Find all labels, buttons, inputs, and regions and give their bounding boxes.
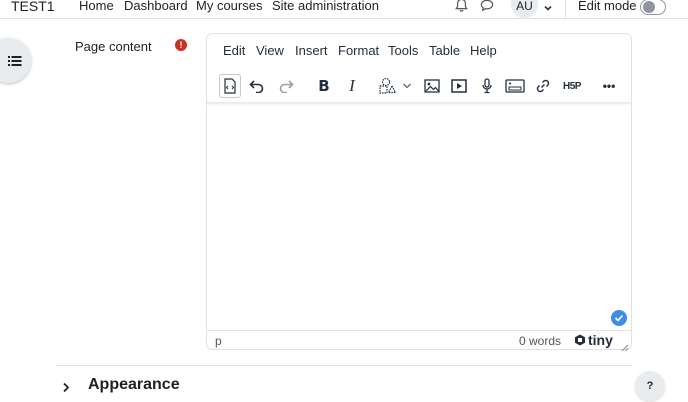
user-initials: AU <box>516 0 533 13</box>
edit-mode-label: Edit mode <box>578 0 637 13</box>
menu-table[interactable]: Table <box>429 43 460 58</box>
menu-tools[interactable]: Tools <box>388 43 418 58</box>
site-name[interactable]: TEST1 <box>11 0 55 14</box>
editor-statusbar: p 0 words tiny <box>207 330 631 352</box>
bold-button[interactable]: B <box>310 72 338 100</box>
more-options-button[interactable]: ••• <box>595 72 623 100</box>
edit-mode-toggle[interactable] <box>640 0 666 15</box>
link-icon[interactable] <box>529 72 557 100</box>
editor-toolbar: B I H5P ••• <box>207 70 631 102</box>
required-icon: ! <box>175 39 187 51</box>
tiny-logo-icon <box>575 334 585 346</box>
section-title-appearance[interactable]: Appearance <box>88 376 180 394</box>
image-icon[interactable] <box>418 72 446 100</box>
undo-icon[interactable] <box>243 72 271 100</box>
media-icon[interactable] <box>445 72 473 100</box>
editor-menubar: Edit View Insert Format Tools Table Help <box>207 43 631 63</box>
element-path[interactable]: p <box>215 334 222 348</box>
menu-insert[interactable]: Insert <box>295 43 328 58</box>
top-navbar: TEST1 Home Dashboard My courses Site adm… <box>0 0 688 19</box>
user-avatar[interactable]: AU <box>511 0 538 18</box>
menu-format[interactable]: Format <box>338 43 379 58</box>
checkmark-icon[interactable] <box>611 310 627 326</box>
rich-text-editor: Edit View Insert Format Tools Table Help… <box>206 33 632 352</box>
chevron-right-icon[interactable] <box>62 380 70 398</box>
editor-content-area[interactable] <box>207 106 631 330</box>
section-divider <box>56 365 632 366</box>
code-file-icon[interactable] <box>219 74 241 98</box>
microphone-icon[interactable] <box>473 72 501 100</box>
nav-link-site-administration[interactable]: Site administration <box>272 0 379 13</box>
nav-link-home[interactable]: Home <box>79 0 114 13</box>
italic-button[interactable]: I <box>338 72 366 100</box>
bell-icon[interactable] <box>454 0 470 14</box>
menu-view[interactable]: View <box>256 43 284 58</box>
tiny-logo[interactable]: tiny <box>574 332 613 348</box>
resize-handle-icon[interactable] <box>621 339 629 357</box>
menu-edit[interactable]: Edit <box>223 43 245 58</box>
word-count[interactable]: 0 words <box>519 334 561 348</box>
nav-link-dashboard[interactable]: Dashboard <box>124 0 188 13</box>
menu-help[interactable]: Help <box>470 43 497 58</box>
page-content-label: Page content <box>75 39 152 54</box>
tiny-brand-text: tiny <box>588 332 613 348</box>
content-blocks-icon[interactable] <box>375 72 403 100</box>
redo-icon[interactable] <box>272 72 300 100</box>
h5p-button[interactable]: H5P <box>557 72 587 100</box>
chat-bubble-icon[interactable] <box>479 0 495 14</box>
video-record-icon[interactable] <box>501 72 529 100</box>
toggle-knob <box>643 1 655 13</box>
chevron-down-icon[interactable] <box>400 72 414 100</box>
help-button[interactable]: ? <box>635 371 665 401</box>
nav-link-my-courses[interactable]: My courses <box>196 0 262 13</box>
chevron-down-icon[interactable] <box>543 0 559 16</box>
list-icon <box>7 55 21 66</box>
course-index-drawer-button[interactable] <box>0 38 31 83</box>
navbar-divider <box>565 0 566 18</box>
